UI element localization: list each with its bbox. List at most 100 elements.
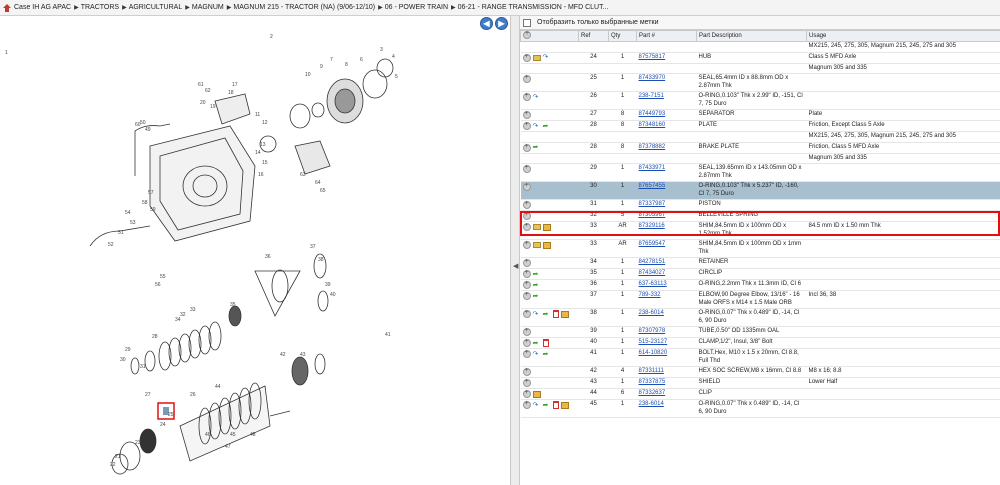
arrow-icon[interactable]: ➦: [533, 144, 541, 151]
table-row[interactable]: 27887449793 SEPARATORPlate: [520, 109, 1000, 121]
package-icon[interactable]: [560, 310, 569, 318]
arrow-icon[interactable]: ➦: [543, 123, 551, 130]
expand-icon[interactable]: [522, 92, 531, 101]
callout-label[interactable]: 38: [318, 257, 324, 263]
callout-label[interactable]: 10: [305, 72, 311, 78]
callout-label[interactable]: 12: [262, 120, 268, 126]
arrow-icon[interactable]: ➦: [533, 271, 541, 278]
panel-splitter[interactable]: ◀: [510, 16, 520, 485]
callout-label[interactable]: 33: [190, 307, 196, 313]
expand-icon[interactable]: [522, 338, 531, 347]
expand-icon[interactable]: [522, 291, 531, 300]
callout-label[interactable]: 4: [392, 54, 395, 60]
swap-icon[interactable]: ↷: [533, 311, 541, 318]
callout-label[interactable]: 47: [225, 444, 231, 450]
callout-label[interactable]: 31: [140, 364, 146, 370]
document-icon[interactable]: [552, 310, 559, 318]
part-number-link[interactable]: 87337875: [639, 379, 666, 385]
part-number-link[interactable]: 87433970: [639, 75, 666, 81]
arrow-icon[interactable]: ➦: [543, 311, 551, 318]
part-number-link[interactable]: 87575817: [639, 54, 666, 60]
show-selected-only-checkbox[interactable]: [523, 18, 531, 27]
part-number-link[interactable]: 87329116: [639, 223, 665, 229]
arrow-icon[interactable]: ➦: [543, 351, 551, 358]
part-number-link[interactable]: 87332637: [639, 390, 666, 396]
callout-label[interactable]: 22: [110, 462, 116, 468]
expand-icon[interactable]: [522, 327, 531, 336]
table-row[interactable]: Magnum 305 and 335: [520, 153, 1000, 164]
part-number-link[interactable]: 87307978: [639, 328, 666, 334]
expand-icon[interactable]: [522, 211, 531, 220]
collapse-arrow-icon[interactable]: ◀: [513, 262, 518, 270]
table-row[interactable]: 42487331111 HEX SOC SCREW,M8 x 16mm, Cl 8…: [520, 366, 1000, 378]
expand-icon[interactable]: [522, 280, 531, 289]
callout-label[interactable]: 29: [125, 347, 131, 353]
col-ref[interactable]: Ref: [578, 30, 609, 42]
callout-label[interactable]: 62: [205, 88, 211, 94]
expand-icon[interactable]: [522, 53, 531, 62]
callout-label[interactable]: 65: [320, 188, 326, 194]
col-part-number[interactable]: Part #: [636, 30, 697, 42]
table-row[interactable]: MX215, 245, 275, 305, Magnum 215, 245, 2…: [520, 41, 1000, 53]
callout-label[interactable]: 61: [198, 82, 204, 88]
callout-label[interactable]: 25: [168, 412, 174, 418]
col-select[interactable]: [520, 30, 579, 42]
part-number-link[interactable]: 87337987: [639, 201, 666, 207]
expand-icon[interactable]: [522, 182, 531, 191]
swap-icon[interactable]: ↷: [543, 54, 551, 61]
callout-label[interactable]: 50: [140, 120, 146, 126]
callout-label[interactable]: 30: [120, 357, 126, 363]
callout-label[interactable]: 8: [345, 62, 348, 68]
callout-label[interactable]: 64: [315, 180, 321, 186]
callout-label[interactable]: 9: [320, 64, 323, 70]
arrow-icon[interactable]: ➦: [533, 282, 541, 289]
part-number-link[interactable]: 87657455: [639, 183, 666, 189]
callout-label[interactable]: 19: [210, 104, 216, 110]
callout-label[interactable]: 60: [135, 122, 141, 128]
expand-icon[interactable]: [522, 240, 531, 249]
swap-icon[interactable]: ↷: [533, 123, 541, 130]
package-icon[interactable]: [560, 401, 569, 409]
table-row[interactable]: ↷➦411614-10820BOLT,Hex, M10 x 1.5 x 20mm…: [520, 348, 1000, 367]
table-row[interactable]: 33AR87659547 SHIM,84.5mm ID x 100mm OD x …: [520, 239, 1000, 258]
part-number-link[interactable]: 84278151: [639, 259, 666, 265]
package-icon[interactable]: [532, 390, 541, 398]
part-number-link[interactable]: 238-6014: [639, 310, 664, 316]
arrow-icon[interactable]: ➦: [533, 293, 541, 300]
col-usage[interactable]: Usage: [806, 30, 1000, 42]
callout-label[interactable]: 48: [250, 432, 256, 438]
expand-icon[interactable]: [522, 121, 531, 130]
callout-label[interactable]: 59: [150, 207, 156, 213]
callout-label[interactable]: 18: [228, 90, 234, 96]
breadcrumb-item[interactable]: Case IH AG APAC: [14, 4, 71, 11]
table-row[interactable]: ➦ 28887378882 BRAKE PLATEFriction, Class 5…: [520, 142, 1000, 154]
callout-label[interactable]: 40: [330, 292, 336, 298]
col-qty[interactable]: Qty: [608, 30, 637, 42]
callout-label[interactable]: 41: [385, 332, 391, 338]
callout-label[interactable]: 39: [325, 282, 331, 288]
expand-icon[interactable]: [522, 200, 531, 209]
table-row[interactable]: ↷➦381238-6014O-RING,0.07" Thk x 0.489" I…: [520, 308, 1000, 327]
part-number-link[interactable]: 87434027: [639, 270, 666, 276]
callout-label[interactable]: 5: [395, 74, 398, 80]
expand-icon[interactable]: [522, 367, 531, 376]
callout-label[interactable]: 54: [125, 210, 131, 216]
document-icon[interactable]: [542, 339, 549, 347]
table-row[interactable]: 43187337875 SHIELDLower Half: [520, 377, 1000, 389]
part-number-link[interactable]: 87433971: [639, 165, 666, 171]
callout-label[interactable]: 56: [155, 282, 161, 288]
callout-label[interactable]: 35: [230, 302, 236, 308]
part-number-link[interactable]: 238-7151: [639, 93, 664, 99]
callout-label[interactable]: 51: [118, 230, 124, 236]
callout-label[interactable]: 20: [200, 100, 206, 106]
callout-label[interactable]: 15: [262, 160, 268, 166]
table-row[interactable]: 34184278151 RETAINER: [520, 257, 1000, 269]
callout-label[interactable]: 37: [310, 244, 316, 250]
table-row[interactable]: 29187433971 SEAL,139.65mm ID x 143.05mm O…: [520, 163, 1000, 182]
callout-label[interactable]: 53: [130, 220, 136, 226]
table-row[interactable]: ↷ 24187575817 HUBClass 5 MFD Axle: [520, 52, 1000, 64]
table-row[interactable]: ➦ 401515-23127 CLAMP,1/2", Insul, 3/8" Bol…: [520, 337, 1000, 349]
callout-label[interactable]: 55: [160, 274, 166, 280]
callout-label[interactable]: 49: [145, 127, 151, 133]
callout-label[interactable]: 16: [258, 172, 264, 178]
